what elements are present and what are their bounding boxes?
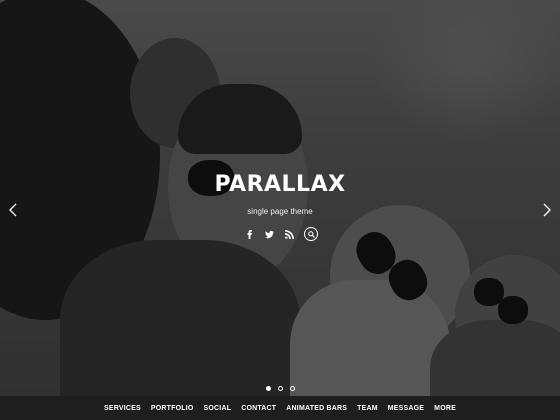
nav-item-more[interactable]: MORE (434, 405, 456, 412)
slider-dot[interactable] (289, 386, 295, 391)
main-navigation: SERVICES PORTFOLIO SOCIAL CONTACT ANIMATED B… (0, 396, 560, 420)
hero-subtitle: single page theme (247, 207, 313, 216)
nav-item-animated-bars[interactable]: ANIMATED BARS (286, 405, 347, 412)
chevron-right-icon (543, 203, 551, 217)
twitter-icon[interactable] (262, 227, 276, 241)
slider-dots (0, 386, 560, 391)
nav-item-team[interactable]: TEAM (357, 405, 378, 412)
hero-title: PARALLAX (214, 172, 346, 197)
search-icon (307, 230, 315, 238)
hero-caption: PARALLAX single page theme (0, 172, 560, 216)
search-button[interactable] (304, 227, 318, 241)
slider-dot[interactable] (265, 386, 271, 391)
rss-icon[interactable] (282, 227, 296, 241)
facebook-icon[interactable] (242, 227, 256, 241)
social-links (0, 227, 560, 241)
nav-item-social[interactable]: SOCIAL (204, 405, 232, 412)
slider-dot[interactable] (277, 386, 283, 391)
nav-item-contact[interactable]: CONTACT (241, 405, 276, 412)
chevron-left-icon (9, 203, 17, 217)
nav-item-portfolio[interactable]: PORTFOLIO (151, 405, 194, 412)
slider-prev-arrow[interactable] (7, 202, 19, 218)
nav-item-services[interactable]: SERVICES (104, 405, 141, 412)
slider-next-arrow[interactable] (541, 202, 553, 218)
nav-item-message[interactable]: MESSAGE (388, 405, 424, 412)
